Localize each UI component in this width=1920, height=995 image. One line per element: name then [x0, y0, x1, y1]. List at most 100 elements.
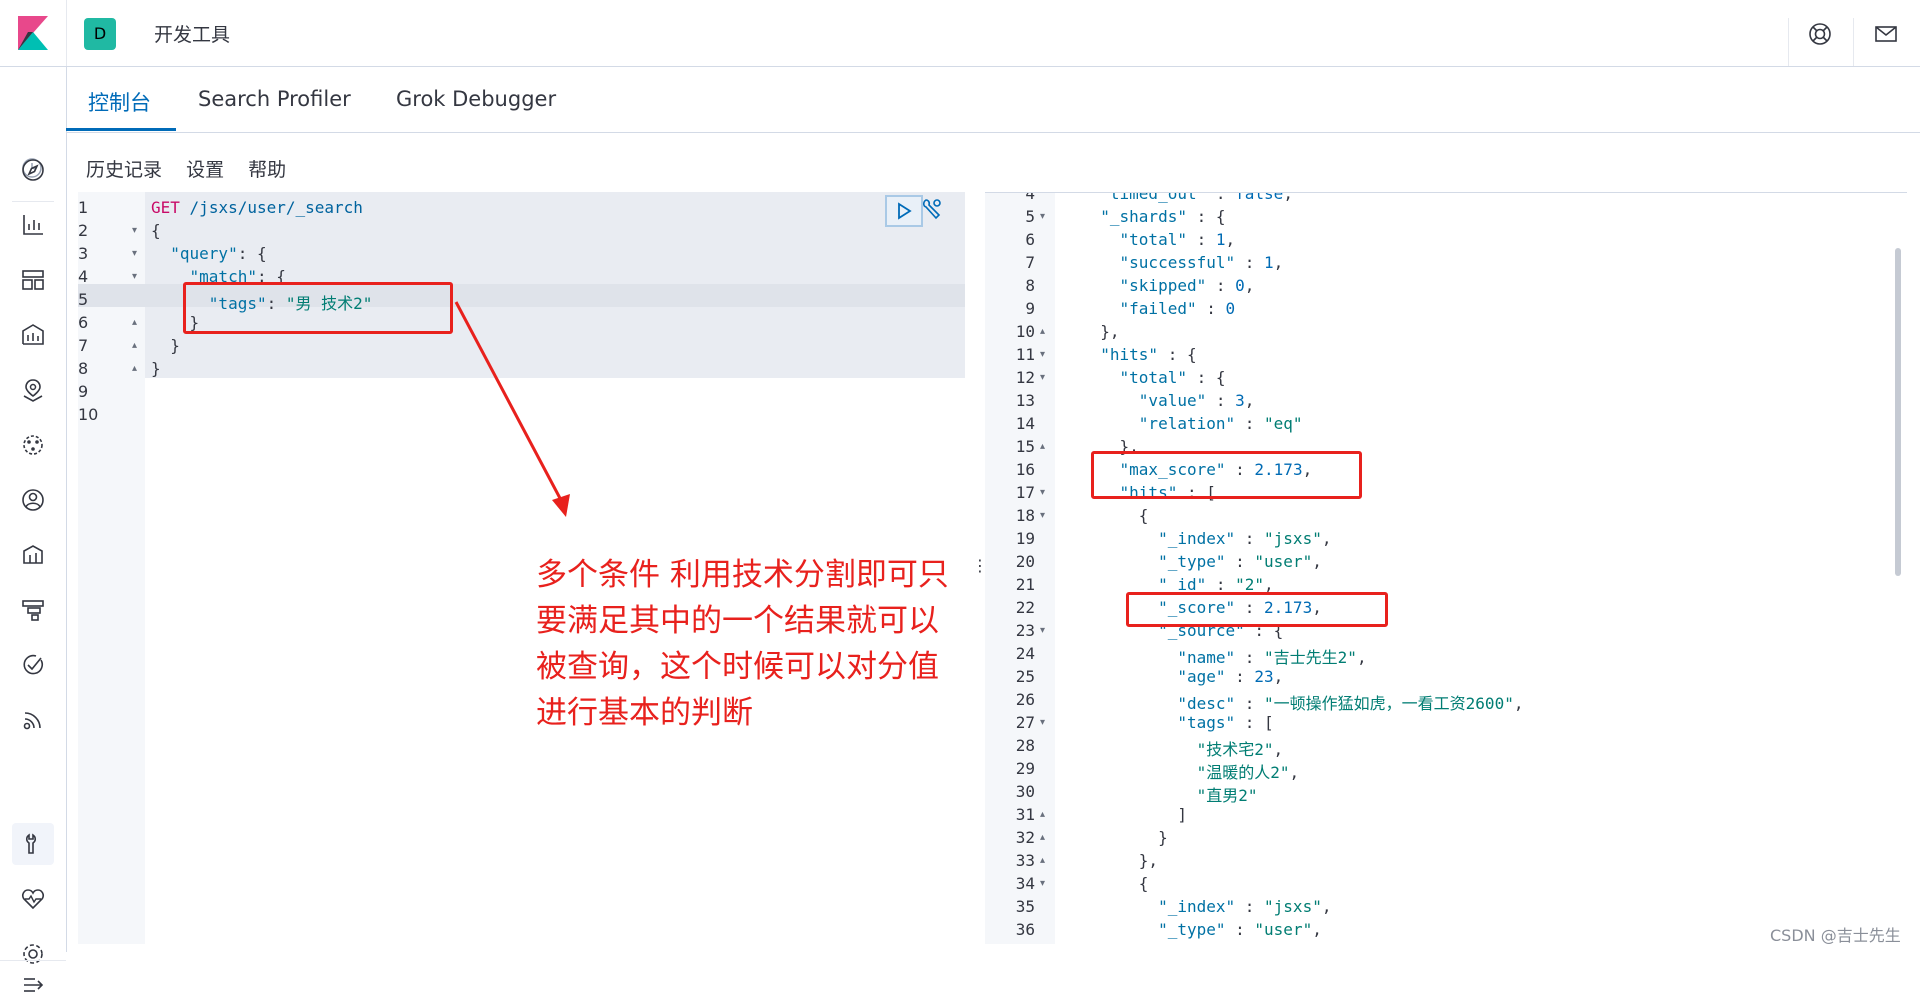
- uptime-icon[interactable]: [19, 651, 47, 679]
- line-number: 34: [1015, 874, 1035, 893]
- fold-toggle-icon[interactable]: ▾: [1040, 510, 1045, 521]
- app-title: 开发工具: [154, 24, 231, 46]
- response-output[interactable]: 4 "timed_out" : false, 5 ▾ "_shards" : {6 …: [985, 192, 1907, 944]
- visualize-icon[interactable]: [19, 211, 47, 239]
- response-line: "value" : 3,: [1138, 391, 1255, 410]
- tab-search-profiler[interactable]: Search Profiler: [198, 87, 351, 111]
- line-number: 32: [1015, 828, 1035, 847]
- apm-icon[interactable]: [19, 596, 47, 624]
- line-number: 4: [1025, 192, 1035, 203]
- response-line: "timed_out" : false,: [1100, 192, 1293, 203]
- fold-toggle-icon[interactable]: ▴: [1040, 441, 1045, 452]
- response-line: },: [1081, 322, 1120, 341]
- fold-toggle-icon[interactable]: ▾: [1040, 372, 1045, 383]
- fold-toggle-icon[interactable]: ▴: [132, 363, 137, 374]
- response-line: "total" : 1,: [1119, 230, 1236, 249]
- canvas-icon[interactable]: [19, 321, 47, 349]
- fold-toggle-icon[interactable]: ▴: [1040, 855, 1045, 866]
- fold-toggle-icon[interactable]: ▾: [1040, 625, 1045, 636]
- line-number: 14: [1015, 414, 1035, 433]
- fold-toggle-icon[interactable]: ▾: [132, 225, 137, 236]
- pane-resize-handle[interactable]: ⋮: [972, 556, 988, 575]
- fold-toggle-icon[interactable]: ▾: [1040, 349, 1045, 360]
- fold-toggle-icon[interactable]: ▴: [1040, 326, 1045, 337]
- line-number: 36: [1015, 920, 1035, 939]
- tab-grok-debugger[interactable]: Grok Debugger: [396, 87, 556, 111]
- send-request-button[interactable]: [885, 195, 923, 227]
- space-avatar[interactable]: D: [84, 18, 116, 50]
- nav-sidebar: [0, 67, 67, 992]
- siem-icon[interactable]: [19, 706, 47, 734]
- line-number: 33: [1015, 851, 1035, 870]
- header-divider: [1853, 18, 1854, 66]
- response-border: [985, 192, 1907, 193]
- fold-toggle-icon[interactable]: ▾: [1040, 717, 1045, 728]
- fold-toggle-icon[interactable]: ▾: [132, 271, 137, 282]
- history-link[interactable]: 历史记录: [86, 159, 162, 181]
- tab-console[interactable]: 控制台: [88, 87, 151, 117]
- management-icon[interactable]: [19, 940, 47, 968]
- line-number: 19: [1015, 529, 1035, 548]
- annotation-box-tags: [183, 282, 453, 334]
- compass-icon[interactable]: [19, 156, 47, 184]
- response-scrollbar[interactable]: [1895, 248, 1901, 576]
- line-number: 28: [1015, 736, 1035, 755]
- header-divider: [1788, 18, 1789, 66]
- annotation-note: 多个条件 利用技术分割即可只要满足其中的一个结果就可以被查询，这个时候可以对分值…: [536, 557, 949, 731]
- mail-icon[interactable]: [1874, 24, 1898, 44]
- code-line: {: [151, 221, 161, 240]
- sidebar-divider: [12, 201, 54, 202]
- maps-icon[interactable]: [19, 376, 47, 404]
- response-line: "failed" : 0: [1119, 299, 1236, 318]
- monitoring-icon[interactable]: [19, 885, 47, 913]
- line-number: 10: [1015, 322, 1035, 341]
- console-menu: 历史记录 设置 帮助: [86, 155, 304, 182]
- response-line: "age" : 23,: [1177, 667, 1284, 686]
- line-number: 30: [1015, 782, 1035, 801]
- line-number: 1: [78, 198, 89, 217]
- line-number: 7: [1025, 253, 1035, 272]
- response-line: "total" : {: [1119, 368, 1226, 387]
- fold-toggle-icon[interactable]: ▴: [1040, 809, 1045, 820]
- help-icon[interactable]: [1808, 22, 1832, 46]
- sidebar-divider: [0, 960, 66, 961]
- wrench-icon[interactable]: [920, 197, 944, 221]
- line-number: 29: [1015, 759, 1035, 778]
- code-line: "query": {: [170, 244, 267, 263]
- line-number: 8: [78, 359, 89, 378]
- line-number: 22: [1015, 598, 1035, 617]
- kibana-logo-icon[interactable]: [18, 16, 48, 50]
- line-number: 26: [1015, 690, 1035, 709]
- fold-toggle-icon[interactable]: ▴: [1040, 832, 1045, 843]
- code-line: GET /jsxs/user/_search: [151, 198, 363, 217]
- response-line: ]: [1081, 805, 1187, 824]
- line-number: 8: [1025, 276, 1035, 295]
- fold-toggle-icon[interactable]: ▾: [132, 248, 137, 259]
- ml-icon[interactable]: [19, 431, 47, 459]
- line-number: 25: [1015, 667, 1035, 686]
- fold-toggle-icon[interactable]: ▴: [132, 317, 137, 328]
- line-number: 17: [1015, 483, 1035, 502]
- fold-toggle-icon[interactable]: ▾: [1040, 487, 1045, 498]
- settings-link[interactable]: 设置: [186, 159, 224, 181]
- response-line: "_index" : "jsxs",: [1158, 529, 1332, 548]
- response-line: "relation" : "eq": [1138, 414, 1303, 433]
- fold-toggle-icon[interactable]: ▾: [1040, 211, 1045, 222]
- fold-toggle-icon[interactable]: ▴: [132, 340, 137, 351]
- annotation-box-max-score: [1091, 451, 1362, 499]
- dashboard-icon[interactable]: [19, 266, 47, 294]
- line-number: 4: [78, 267, 89, 286]
- line-number: 2: [78, 221, 89, 240]
- logs-icon[interactable]: [19, 541, 47, 569]
- help-link[interactable]: 帮助: [248, 159, 286, 181]
- line-number: 18: [1015, 506, 1035, 525]
- line-number: 12: [1015, 368, 1035, 387]
- infrastructure-icon[interactable]: [19, 486, 47, 514]
- code-line: }: [151, 336, 180, 355]
- line-number: 35: [1015, 897, 1035, 916]
- fold-toggle-icon[interactable]: ▾: [1040, 878, 1045, 889]
- collapse-icon[interactable]: [19, 975, 47, 995]
- response-line: "successful" : 1,: [1119, 253, 1284, 272]
- annotation-box-score: [1126, 592, 1388, 627]
- devtools-icon[interactable]: [19, 830, 47, 858]
